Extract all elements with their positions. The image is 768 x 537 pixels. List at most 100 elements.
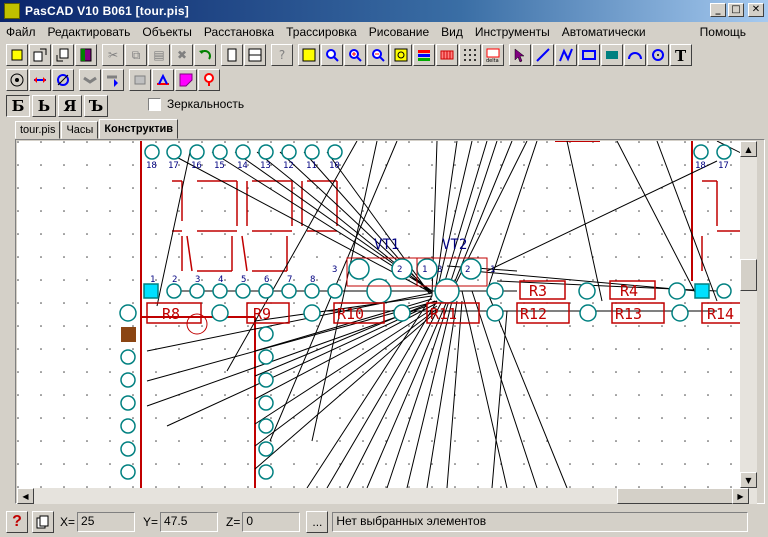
document-tabs: tour.pis Часы Конструктив xyxy=(15,119,179,139)
zoom-window-icon[interactable] xyxy=(390,44,412,66)
x-label: X= xyxy=(60,515,76,529)
pins-icon[interactable] xyxy=(436,44,458,66)
tab-clock[interactable]: Часы xyxy=(61,121,99,139)
svg-text:13: 13 xyxy=(260,161,271,171)
svg-text:R14: R14 xyxy=(707,305,734,323)
close-button[interactable]: ✕ xyxy=(748,3,764,17)
tab-construct[interactable]: Конструктив xyxy=(99,119,179,139)
fill-icon[interactable] xyxy=(601,44,623,66)
svg-text:15: 15 xyxy=(214,161,225,171)
menu-auto[interactable]: Автоматически xyxy=(562,25,646,39)
svg-text:1: 1 xyxy=(150,275,155,285)
shape-icon[interactable] xyxy=(175,69,197,91)
layer-button-1[interactable]: Б xyxy=(6,95,30,117)
z-label: Z= xyxy=(226,515,241,529)
vertical-scroll-thumb[interactable] xyxy=(740,259,757,291)
layer-button-3[interactable]: Я xyxy=(58,95,82,117)
text-icon[interactable]: T xyxy=(670,44,692,66)
mirror-checkbox[interactable] xyxy=(148,97,161,111)
status-message: Нет выбранных элементов xyxy=(332,512,749,532)
component-icon[interactable] xyxy=(6,69,28,91)
pcb-canvas[interactable]: 18 17 16 15 14 13 12 11 10 18 17 1 2 3 4… xyxy=(17,141,740,488)
delete-icon[interactable]: ✖ xyxy=(171,44,193,66)
layer-bar: Б Ь Я Ъ xyxy=(6,94,110,118)
svg-text:VT1: VT1 xyxy=(374,237,399,253)
route-icon[interactable] xyxy=(79,69,101,91)
svg-text:3: 3 xyxy=(437,265,442,275)
menu-drawing[interactable]: Рисование xyxy=(369,25,429,39)
mirror-toggle[interactable]: Зеркальность xyxy=(148,97,244,111)
svg-text:R10: R10 xyxy=(337,305,364,323)
zoom-fit-icon[interactable] xyxy=(298,44,320,66)
maximize-button[interactable]: □ xyxy=(728,3,744,17)
circle-icon[interactable] xyxy=(647,44,669,66)
mirror-label: Зеркальность xyxy=(167,97,245,111)
scroll-left-icon[interactable]: ◀ xyxy=(17,488,34,504)
paste-icon[interactable]: ▤ xyxy=(148,44,170,66)
minimize-button[interactable]: _ xyxy=(710,3,726,17)
vertical-scrollbar[interactable]: ▲ ▼ xyxy=(740,141,757,488)
svg-text:11: 11 xyxy=(306,161,317,171)
page-icon[interactable] xyxy=(221,44,243,66)
select-arrow-icon[interactable] xyxy=(509,44,531,66)
y-label: Y= xyxy=(143,515,159,529)
more-button[interactable]: ... xyxy=(306,511,329,533)
book-icon[interactable] xyxy=(75,44,97,66)
line-icon[interactable] xyxy=(532,44,554,66)
horizontal-scrollbar[interactable]: ◀ ▶ xyxy=(17,488,757,504)
layer-button-4[interactable]: Ъ xyxy=(84,95,108,117)
undo-icon[interactable] xyxy=(194,44,216,66)
grid-icon[interactable] xyxy=(459,44,481,66)
menu-view[interactable]: Вид xyxy=(441,25,463,39)
title-bar: PasCAD V10 B061 [tour.pis] _ □ ✕ xyxy=(0,0,768,22)
align-up-icon[interactable] xyxy=(152,69,174,91)
polyline-icon[interactable] xyxy=(555,44,577,66)
help-query-icon[interactable]: ? xyxy=(271,44,293,66)
snap-icon[interactable] xyxy=(6,44,28,66)
arc-icon[interactable] xyxy=(624,44,646,66)
scroll-up-icon[interactable]: ▲ xyxy=(740,141,757,157)
export-icon[interactable] xyxy=(29,44,51,66)
menu-placement[interactable]: Расстановка xyxy=(204,25,274,39)
layer-button-2[interactable]: Ь xyxy=(32,95,56,117)
measure-icon[interactable] xyxy=(29,69,51,91)
scroll-right-icon[interactable]: ▶ xyxy=(732,488,749,504)
menu-edit[interactable]: Редактировать xyxy=(48,25,131,39)
horizontal-scroll-thumb[interactable] xyxy=(617,488,737,504)
menu-bar: Файл Редактировать Объекты Расстановка Т… xyxy=(0,22,768,41)
svg-text:4: 4 xyxy=(218,275,223,285)
delta-icon[interactable]: delta xyxy=(482,44,504,66)
route-down-icon[interactable] xyxy=(102,69,124,91)
layers-icon[interactable] xyxy=(413,44,435,66)
svg-text:7: 7 xyxy=(287,275,292,285)
copy-pages-icon[interactable] xyxy=(32,511,54,533)
menu-help[interactable]: Помощь xyxy=(700,25,746,39)
rectangle-icon[interactable] xyxy=(578,44,600,66)
help-icon[interactable]: ? xyxy=(6,511,28,533)
menu-objects[interactable]: Объекты xyxy=(142,25,192,39)
window-title: PasCAD V10 B061 [tour.pis] xyxy=(25,4,189,18)
cut-icon[interactable]: ✂ xyxy=(102,44,124,66)
layout-icon[interactable] xyxy=(244,44,266,66)
main-toolbar: ✂ ⧉ ▤ ✖ ? delta T xyxy=(6,42,693,68)
zoom-icon[interactable] xyxy=(321,44,343,66)
menu-tools[interactable]: Инструменты xyxy=(475,25,550,39)
svg-text:18: 18 xyxy=(695,161,706,171)
svg-text:T: T xyxy=(675,47,687,63)
scroll-down-icon[interactable]: ▼ xyxy=(740,472,757,488)
menu-routing[interactable]: Трассировка xyxy=(286,25,357,39)
zoom-in-icon[interactable] xyxy=(344,44,366,66)
svg-text:R3: R3 xyxy=(529,282,547,300)
import-icon[interactable] xyxy=(52,44,74,66)
align-icon[interactable] xyxy=(129,69,151,91)
svg-text:18: 18 xyxy=(146,161,157,171)
zoom-out-icon[interactable] xyxy=(367,44,389,66)
pad-icon[interactable] xyxy=(198,69,220,91)
x-coordinate: 25 xyxy=(77,512,136,532)
tab-tour[interactable]: tour.pis xyxy=(15,121,61,139)
menu-file[interactable]: Файл xyxy=(6,25,36,39)
copy-icon[interactable]: ⧉ xyxy=(125,44,147,66)
secondary-toolbar xyxy=(6,67,221,93)
svg-text:1: 1 xyxy=(422,265,427,275)
rotate-icon[interactable] xyxy=(52,69,74,91)
